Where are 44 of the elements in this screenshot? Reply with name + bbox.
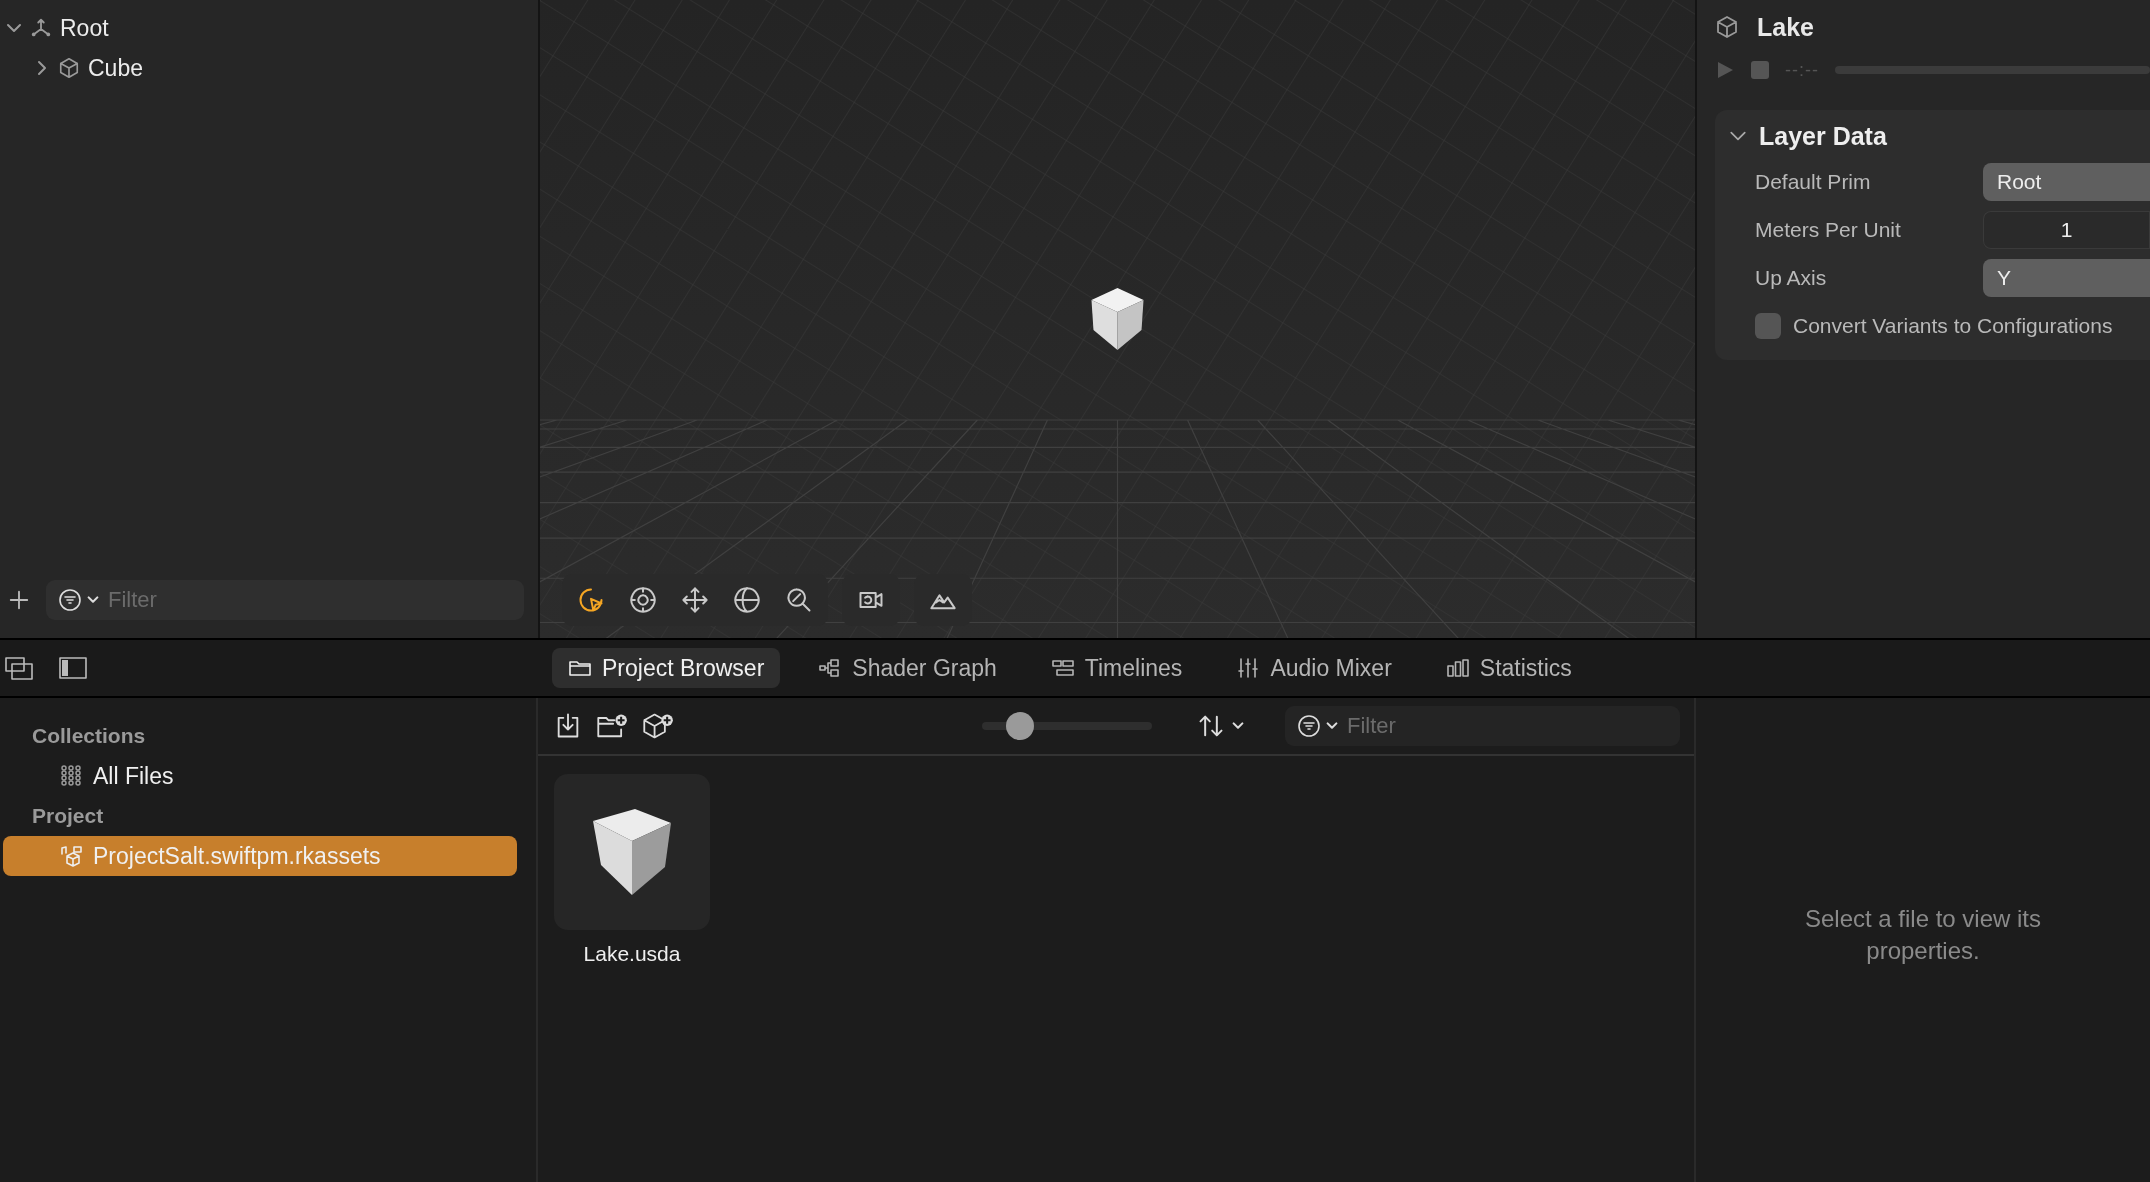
tree-item[interactable]: Root: [60, 14, 109, 42]
zoom-icon: [785, 586, 813, 614]
tree-item[interactable]: Cube: [88, 54, 143, 82]
sidebar-toggle-icon[interactable]: [56, 654, 90, 682]
inspector-title: Lake: [1757, 12, 1814, 42]
tab[interactable]: Statistics: [1429, 648, 1588, 688]
filter-icon[interactable]: [1297, 714, 1339, 738]
field-label: Default Prim: [1755, 170, 1872, 194]
file-thumbnail[interactable]: [554, 774, 710, 930]
popup-button[interactable]: Root: [1983, 163, 2150, 201]
tab[interactable]: Shader Graph: [802, 648, 1013, 688]
move-icon: [681, 586, 709, 614]
section-heading: Project: [31, 803, 105, 829]
sliders-icon: [1236, 656, 1261, 680]
tab[interactable]: Audio Mixer: [1220, 648, 1408, 688]
cube-icon: [58, 57, 80, 79]
field-label: Up Axis: [1755, 266, 1828, 290]
select-tool-icon: [577, 586, 605, 614]
section-heading: Collections: [31, 723, 147, 749]
number-field[interactable]: 1: [1983, 211, 2150, 249]
slider-thumb[interactable]: [1006, 712, 1035, 740]
globe-icon: [733, 586, 761, 614]
file-name[interactable]: Lake.usda: [583, 942, 681, 966]
filter-icon[interactable]: [58, 588, 100, 612]
filter-field[interactable]: Filter: [1285, 706, 1680, 746]
sidebar-item[interactable]: All Files: [3, 756, 517, 796]
empty-message: Select a file to view its properties.: [1803, 903, 2043, 966]
filter-input[interactable]: Filter: [1345, 712, 1668, 740]
tab[interactable]: Project Browser: [552, 648, 781, 688]
section-header[interactable]: Layer Data: [1729, 118, 1887, 154]
timecode: --:--: [1785, 59, 1819, 81]
bar-chart-icon: [1445, 656, 1470, 680]
orbit-icon: [629, 586, 657, 614]
filter-input[interactable]: Filter: [106, 586, 512, 614]
field-label: Meters Per Unit: [1755, 218, 1902, 242]
filter-field[interactable]: Filter: [46, 580, 524, 620]
tab[interactable]: Timelines: [1034, 648, 1199, 688]
popup-button[interactable]: Y: [1983, 259, 2150, 297]
checkbox-label: Convert Variants to Configurations: [1793, 314, 2113, 338]
checkbox[interactable]: [1755, 313, 1781, 339]
model-icon: [1715, 15, 1739, 39]
grid-icon: [59, 764, 83, 788]
axes-icon: [30, 17, 52, 39]
asset-bundle-icon: [59, 844, 83, 868]
